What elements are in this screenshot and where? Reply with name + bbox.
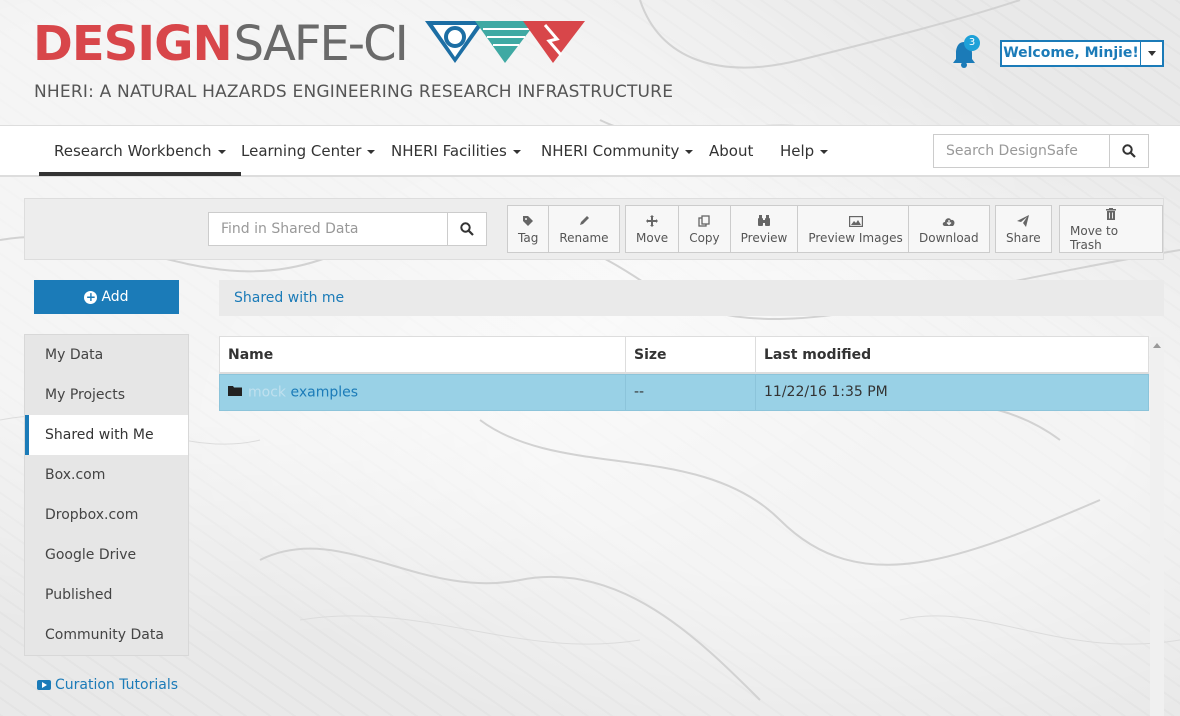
caret-down-icon <box>217 149 226 154</box>
welcome-button[interactable]: Welcome, Minjie! <box>1002 42 1140 65</box>
copy-button[interactable]: Copy <box>679 206 731 252</box>
download-label: Download <box>919 231 979 245</box>
breadcrumb-shared-with-me[interactable]: Shared with me <box>234 290 344 306</box>
download-group: Download <box>908 205 990 253</box>
user-menu[interactable]: Welcome, Minjie! <box>1000 40 1164 67</box>
row-name-cell: mock examples <box>220 375 626 410</box>
nav-nheri-facilities[interactable]: NHERI Facilities <box>391 126 521 176</box>
search-icon <box>1122 144 1136 158</box>
tag-icon <box>522 213 534 229</box>
nav-label: About <box>709 142 754 160</box>
youtube-icon <box>37 680 51 690</box>
data-toolbar: Find in Shared Data Tag Rename Move Copy… <box>24 198 1164 260</box>
caret-down-icon <box>512 149 521 154</box>
site-tagline: NHERI: A NATURAL HAZARDS ENGINEERING RES… <box>34 82 674 102</box>
scroll-up-icon[interactable] <box>1153 343 1161 348</box>
share-label: Share <box>1006 231 1041 245</box>
breadcrumb: Shared with me <box>219 280 1164 316</box>
paper-plane-icon <box>1017 213 1030 229</box>
trash-icon <box>1106 206 1116 222</box>
plus-circle-icon: + <box>84 289 98 304</box>
search-button[interactable] <box>1109 134 1149 168</box>
caret-down-icon <box>820 149 829 154</box>
preview-button[interactable]: Preview <box>731 206 799 252</box>
caret-down-icon <box>685 149 694 154</box>
copy-icon <box>698 213 711 229</box>
sidebar-item-shared-with-me[interactable]: Shared with Me <box>25 415 188 455</box>
sidebar-item-my-data[interactable]: My Data <box>25 335 188 375</box>
tag-label: Tag <box>518 231 539 245</box>
table-header: Name Size Last modified <box>219 336 1149 374</box>
column-name-header[interactable]: Name <box>220 337 626 372</box>
binoculars-icon <box>757 213 771 229</box>
main-nav: Research Workbench Learning Center NHERI… <box>0 125 1180 177</box>
chevron-down-icon[interactable] <box>1140 42 1162 65</box>
add-button[interactable]: + Add <box>34 280 179 314</box>
folder-icon <box>228 375 242 410</box>
site-search-input[interactable]: Search DesignSafe <box>933 134 1110 168</box>
column-modified-header[interactable]: Last modified <box>756 337 1148 372</box>
nav-label: Research Workbench <box>54 142 212 160</box>
trash-group: Move to Trash <box>1059 205 1163 253</box>
move-icon <box>646 213 659 229</box>
data-sidebar: My Data My Projects Shared with Me Box.c… <box>24 334 189 656</box>
sidebar-item-dropbox[interactable]: Dropbox.com <box>25 495 188 535</box>
move-label: Move <box>636 231 669 245</box>
scrollbar[interactable] <box>1150 337 1164 716</box>
row-modified-cell: 11/22/16 1:35 PM <box>764 384 888 400</box>
nav-help[interactable]: Help <box>780 126 829 176</box>
cloud-download-icon <box>942 213 956 229</box>
sidebar-item-published[interactable]: Published <box>25 575 188 615</box>
caret-down-icon <box>367 149 376 154</box>
share-button[interactable]: Share <box>996 206 1051 252</box>
download-button[interactable]: Download <box>909 206 989 252</box>
file-actions-group: Move Copy Preview Preview Images <box>625 205 914 253</box>
nheri-logo-icon <box>424 19 585 69</box>
find-search-button[interactable] <box>447 212 487 246</box>
rename-button[interactable]: Rename <box>549 206 618 252</box>
logo-text-design: DESIGN <box>33 16 233 72</box>
move-button[interactable]: Move <box>626 206 680 252</box>
row-size-cell: -- <box>626 375 756 410</box>
move-to-trash-button[interactable]: Move to Trash <box>1060 206 1162 252</box>
find-in-shared-data-input[interactable]: Find in Shared Data <box>208 212 448 246</box>
column-size-header[interactable]: Size <box>626 337 756 372</box>
share-group: Share <box>995 205 1052 253</box>
copy-label: Copy <box>689 231 720 245</box>
sidebar-item-google-drive[interactable]: Google Drive <box>25 535 188 575</box>
table-row[interactable]: mock examples -- 11/22/16 1:35 PM <box>219 374 1149 411</box>
image-icon <box>848 213 863 229</box>
row-name-link[interactable]: examples <box>290 385 358 401</box>
move-to-trash-label: Move to Trash <box>1070 224 1119 252</box>
sidebar-item-box[interactable]: Box.com <box>25 455 188 495</box>
search-icon <box>460 222 474 236</box>
nav-about[interactable]: About <box>709 126 753 176</box>
designsafe-logo[interactable]: DESIGN SAFE-CI <box>33 18 585 70</box>
sidebar-item-my-projects[interactable]: My Projects <box>25 375 188 415</box>
tag-rename-group: Tag Rename <box>507 205 620 253</box>
curation-tutorials-link[interactable]: Curation Tutorials <box>37 677 178 693</box>
nav-label: Learning Center <box>241 142 362 160</box>
preview-label: Preview <box>740 231 788 245</box>
nav-learning-center[interactable]: Learning Center <box>241 126 376 176</box>
nav-label: NHERI Facilities <box>391 142 507 160</box>
curation-tutorials-label: Curation Tutorials <box>55 677 179 693</box>
file-table: Name Size Last modified mock examples --… <box>219 336 1149 411</box>
site-header: DESIGN SAFE-CI NHERI: A NATURAL HAZARDS … <box>0 0 1180 125</box>
logo-text-safe: SAFE-CI <box>233 16 409 72</box>
tag-button[interactable]: Tag <box>508 206 550 252</box>
nav-label: NHERI Community <box>541 142 680 160</box>
preview-images-label: Preview Images <box>808 231 903 245</box>
nav-nheri-community[interactable]: NHERI Community <box>541 126 694 176</box>
notification-badge: 3 <box>964 35 980 51</box>
nav-label: Help <box>780 142 815 160</box>
pencil-icon <box>578 213 590 229</box>
sidebar-item-community-data[interactable]: Community Data <box>25 615 188 655</box>
preview-images-button[interactable]: Preview Images <box>798 206 912 252</box>
row-name-prefix: mock <box>248 384 287 401</box>
add-label: Add <box>101 289 129 305</box>
rename-label: Rename <box>559 231 609 245</box>
nav-research-workbench[interactable]: Research Workbench <box>39 126 241 176</box>
